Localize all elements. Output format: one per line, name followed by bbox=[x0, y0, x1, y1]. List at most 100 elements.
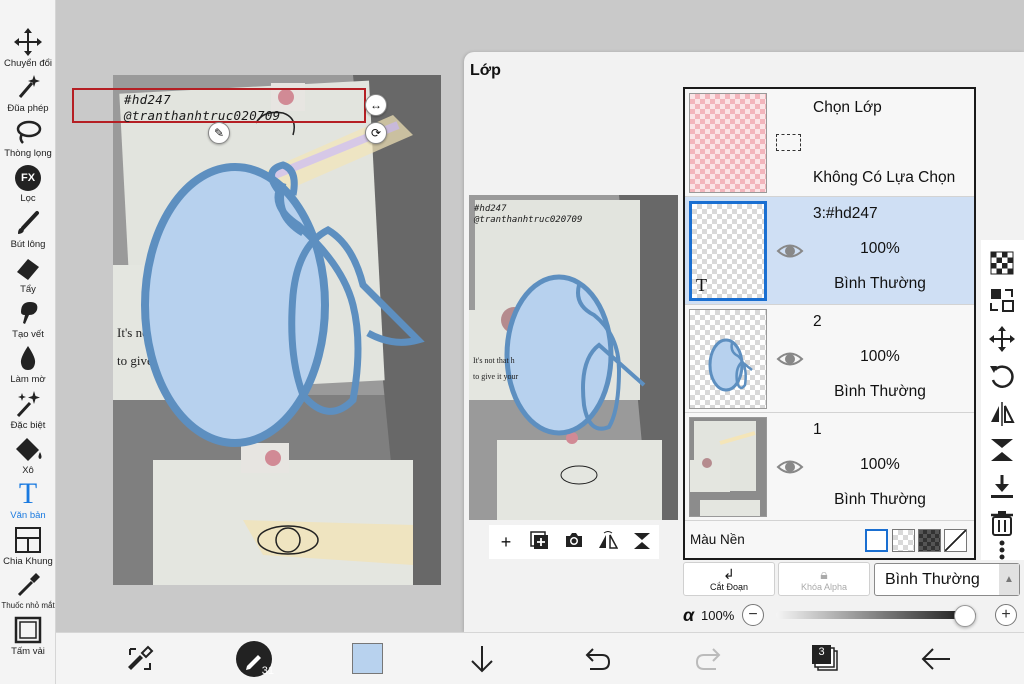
eyedropper-icon bbox=[17, 573, 40, 597]
brush-size-button[interactable]: 31 bbox=[236, 641, 274, 677]
trash-icon[interactable] bbox=[987, 508, 1017, 538]
layer-row[interactable]: T 3:#hd247 100% Bình Thường bbox=[685, 197, 974, 305]
text-selection-box[interactable]: #hd247 @tranthanhtruc020709 bbox=[72, 88, 366, 123]
layer-name: 3:#hd247 bbox=[813, 205, 878, 222]
alpha-slider-thumb[interactable] bbox=[954, 605, 976, 627]
canvas-area[interactable]: It's not that h to give it your #hd247 @… bbox=[56, 0, 466, 630]
rotate-handle-icon[interactable]: ⟳ bbox=[365, 122, 387, 144]
bg-swatch-white[interactable] bbox=[865, 529, 888, 552]
undo-icon[interactable] bbox=[578, 641, 614, 677]
alpha-decrease-button[interactable]: − bbox=[742, 604, 764, 626]
move-icon[interactable] bbox=[987, 324, 1017, 354]
tool-label: Làm mờ bbox=[10, 374, 46, 385]
tool-smudge[interactable]: Tạo vết bbox=[0, 298, 56, 340]
current-color-swatch[interactable] bbox=[352, 643, 383, 674]
eraser-icon bbox=[17, 259, 39, 280]
tool-brush[interactable]: Bút lông bbox=[0, 208, 56, 250]
arrow-down-icon[interactable] bbox=[464, 641, 500, 677]
layer-row[interactable]: 2 100% Bình Thường bbox=[685, 305, 974, 413]
alpha-increase-button[interactable]: + bbox=[995, 604, 1017, 626]
selection-dashed-icon bbox=[776, 134, 801, 151]
lock-icon: 🔒︎ bbox=[820, 566, 828, 582]
lasso-icon bbox=[16, 120, 42, 144]
bg-swatch-transparent[interactable] bbox=[892, 529, 915, 552]
tool-special[interactable]: Đặc biệt bbox=[0, 389, 56, 431]
brush-size-value: 31 bbox=[261, 665, 274, 677]
tool-label: Thòng lọng bbox=[4, 148, 52, 159]
layer-tools-column bbox=[981, 240, 1024, 560]
bottom-bar: 31 3 bbox=[56, 632, 1024, 684]
preview-note-2: to give it your bbox=[473, 372, 518, 381]
back-arrow-icon[interactable] bbox=[918, 641, 954, 677]
layer-opacity: 100% bbox=[860, 456, 900, 473]
tool-text[interactable]: T Văn bản bbox=[0, 479, 56, 522]
layer-thumbnail bbox=[689, 309, 767, 409]
layer-opacity: 100% bbox=[860, 240, 900, 257]
tool-label: Xô bbox=[22, 465, 34, 476]
transparency-checker-icon[interactable] bbox=[987, 248, 1017, 278]
edit-text-icon[interactable]: ✎ bbox=[208, 122, 230, 144]
selection-layer-row[interactable]: Chọn Lớp Không Có Lựa Chọn bbox=[685, 89, 974, 197]
blend-mode-select[interactable]: Bình Thường ▲ bbox=[874, 563, 1020, 596]
tool-lasso[interactable]: Thòng lọng bbox=[0, 117, 56, 159]
add-layer-copy-icon[interactable] bbox=[529, 531, 551, 553]
camera-icon[interactable] bbox=[563, 531, 585, 553]
selection-status: Không Có Lựa Chọn bbox=[813, 169, 956, 186]
tool-blur[interactable]: Làm mờ bbox=[0, 343, 56, 385]
selection-thumbnail bbox=[689, 93, 767, 193]
flip-horizontal-icon[interactable] bbox=[987, 398, 1017, 428]
redo-icon[interactable] bbox=[692, 641, 728, 677]
stretch-handle-icon[interactable]: ↔ bbox=[365, 94, 387, 116]
background-color-row: Màu Nền bbox=[685, 521, 974, 558]
tool-eyedropper[interactable]: Thuốc nhỏ mắt bbox=[0, 570, 56, 610]
more-options-icon[interactable] bbox=[987, 540, 1017, 560]
tool-transform[interactable]: Chuyển đổi bbox=[0, 27, 56, 69]
watermark-line-1: #hd247 bbox=[124, 92, 171, 107]
layer-name: 1 bbox=[813, 421, 822, 438]
flip-layer-icon[interactable] bbox=[597, 531, 619, 553]
bg-swatch-none[interactable] bbox=[944, 529, 967, 552]
panel-title: Lớp bbox=[470, 62, 501, 79]
background-color-label: Màu Nền bbox=[690, 532, 745, 547]
flatten-down-icon[interactable] bbox=[987, 472, 1017, 502]
alpha-lock-button[interactable]: 🔒︎ Khóa Alpha bbox=[778, 562, 870, 596]
alpha-slider[interactable] bbox=[776, 605, 976, 627]
preview-actions: + bbox=[489, 525, 659, 559]
move-arrows-icon bbox=[14, 28, 42, 56]
artwork-image: It's not that h to give it your bbox=[113, 75, 441, 585]
dropdown-arrow-icon: ▲ bbox=[999, 564, 1019, 595]
watermark-text: #hd247 @tranthanhtruc020709 bbox=[124, 92, 281, 124]
tool-fill[interactable]: Xô bbox=[0, 434, 56, 476]
layer-thumbnail bbox=[689, 417, 767, 517]
bg-swatch-dark[interactable] bbox=[918, 529, 941, 552]
layer-thumbnail: T bbox=[689, 201, 767, 301]
tool-frame[interactable]: Chia Khung bbox=[0, 525, 56, 567]
layer-row[interactable]: 1 100% Bình Thường bbox=[685, 413, 974, 521]
quick-pen-eraser-icon[interactable] bbox=[122, 641, 158, 677]
artwork[interactable]: It's not that h to give it your bbox=[113, 75, 441, 585]
rotate-layer-icon[interactable] bbox=[987, 362, 1017, 392]
text-layer-icon: T bbox=[696, 275, 707, 295]
merge-layer-icon[interactable] bbox=[987, 435, 1017, 465]
layer-list: Chọn Lớp Không Có Lựa Chọn T 3:#hd247 10… bbox=[683, 87, 976, 560]
tool-eraser[interactable]: Tẩy bbox=[0, 253, 56, 295]
layers-button[interactable]: 3 bbox=[808, 641, 844, 677]
clipping-arrow-icon: ↲ bbox=[723, 566, 735, 582]
layer-blend-mode: Bình Thường bbox=[834, 491, 926, 508]
layer-transfer-icon[interactable] bbox=[987, 285, 1017, 315]
frame-divider-icon bbox=[15, 527, 41, 553]
tool-label: Thuốc nhỏ mắt bbox=[1, 601, 55, 610]
preview-watermark-2: @tranthanhtruc020709 bbox=[473, 215, 582, 225]
layer-blend-mode: Bình Thường bbox=[834, 275, 926, 292]
alpha-lock-label: Khóa Alpha bbox=[800, 582, 848, 592]
merge-down-icon[interactable] bbox=[631, 531, 653, 553]
tool-label: Tấm vải bbox=[11, 646, 45, 657]
tool-filter[interactable]: FX Lọc bbox=[0, 163, 56, 204]
tool-label: Bút lông bbox=[10, 239, 46, 250]
clipping-button[interactable]: ↲ Cắt Đoạn bbox=[683, 562, 775, 596]
add-layer-icon[interactable]: + bbox=[495, 531, 517, 553]
preview-image: It's not that h to give it your #hd247 @… bbox=[469, 195, 678, 520]
layer-bottom-controls: ↲ Cắt Đoạn 🔒︎ Khóa Alpha Bình Thường ▲ α… bbox=[683, 562, 1024, 632]
tool-canvas[interactable]: Tấm vải bbox=[0, 615, 56, 657]
tool-magic-wand[interactable]: Đũa phép bbox=[0, 72, 56, 114]
